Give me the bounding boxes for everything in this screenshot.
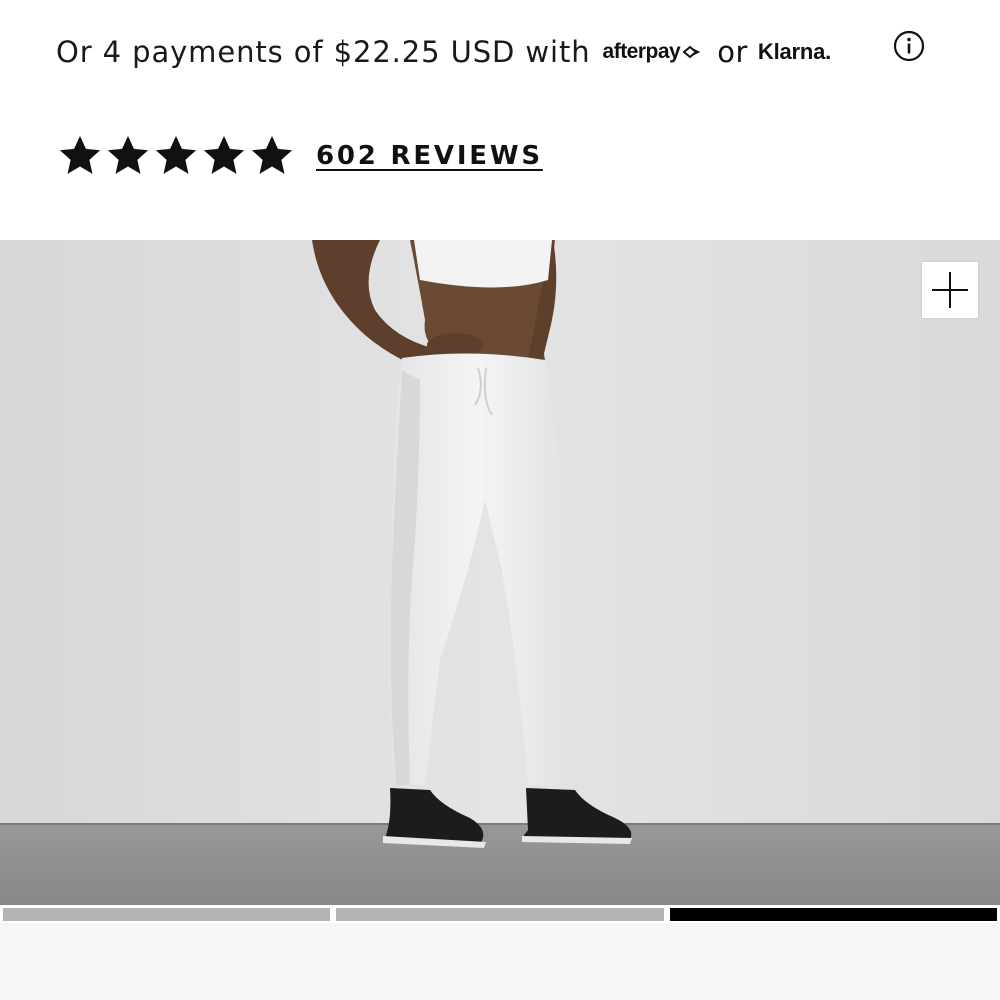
star-icon — [251, 135, 293, 174]
afterpay-arrows-icon — [682, 45, 701, 59]
plus-icon — [932, 272, 968, 308]
star-rating — [56, 133, 296, 179]
installment-payments-line: Or 4 payments of $22.25 USD with afterpa… — [56, 28, 831, 76]
installment-text: Or 4 payments of $22.25 USD with — [56, 35, 591, 69]
klarna-logo: Klarna. — [757, 39, 832, 64]
star-icon — [59, 135, 101, 174]
gallery-progress-segment-3[interactable] — [669, 908, 997, 921]
gallery-progress — [0, 905, 1000, 923]
afterpay-logo: afterpay — [603, 40, 702, 64]
reviews-link[interactable]: 602 REVIEWS — [316, 141, 543, 171]
star-icon — [155, 135, 197, 174]
star-icon — [107, 135, 149, 174]
info-icon[interactable] — [893, 30, 925, 62]
star-icon — [203, 135, 245, 174]
afterpay-logo-text: afterpay — [602, 40, 681, 63]
zoom-button[interactable] — [922, 262, 978, 318]
gallery-progress-segment-1[interactable] — [3, 908, 331, 921]
gallery-progress-segment-2[interactable] — [336, 908, 664, 921]
product-rating: 602 REVIEWS — [56, 133, 543, 179]
product-photo — [0, 240, 1000, 905]
or-text: or — [717, 35, 748, 69]
below-gallery-area — [0, 923, 1000, 1000]
product-image-gallery[interactable] — [0, 240, 1000, 905]
